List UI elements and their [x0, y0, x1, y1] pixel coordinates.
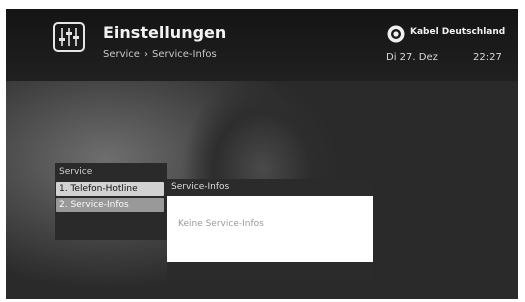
service-menu: Service 1. Telefon-Hotline 2. Service-In… [55, 163, 167, 240]
service-infos-panel: Service-Infos Keine Service-Infos [167, 179, 373, 280]
menu-item-service-infos[interactable]: 2. Service-Infos [56, 198, 164, 212]
breadcrumb-parent: Service [103, 49, 140, 60]
empty-message: Keine Service-Infos [178, 219, 264, 229]
breadcrumb: Service › Service-Infos [103, 49, 217, 60]
date-display: Di 27. Dez [386, 52, 438, 63]
time-display: 22:27 [473, 52, 502, 63]
tv-screen: Einstellungen Service › Service-Infos Kabe… [6, 9, 518, 299]
provider-name: Kabel Deutschland [410, 27, 506, 37]
kabel-deutschland-logo-icon [387, 25, 405, 43]
breadcrumb-separator: › [143, 49, 148, 60]
menu-item-telefon-hotline[interactable]: 1. Telefon-Hotline [56, 182, 164, 196]
breadcrumb-current: Service-Infos [151, 49, 217, 60]
header-bar: Einstellungen Service › Service-Infos Kabe… [6, 9, 518, 81]
panel-content: Keine Service-Infos [167, 196, 373, 262]
menu-title: Service [59, 167, 93, 177]
equalizer-sliders-icon [53, 22, 85, 52]
panel-title: Service-Infos [171, 182, 230, 192]
page-title: Einstellungen [103, 23, 227, 42]
